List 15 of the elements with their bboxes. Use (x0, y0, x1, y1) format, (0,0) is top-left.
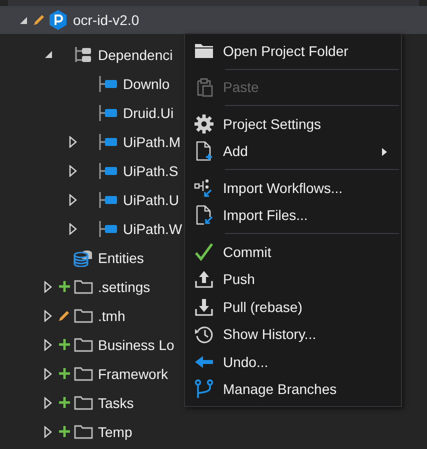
tree-item-label: UiPath.U (123, 192, 180, 208)
tree-item-label: ocr-id-v2.0 (73, 12, 140, 28)
tree-item-label: Tasks (98, 394, 134, 410)
tree-item-label: Temp (98, 424, 132, 440)
tree-item-label: .tmh (98, 308, 126, 324)
tree-item-label: Entities (98, 250, 144, 266)
tree-item-label: UiPath.S (123, 162, 178, 178)
tree-item-label: .settings (98, 278, 150, 294)
tree-item-label: Downlo (123, 76, 170, 92)
tree-item-label: Druid.Ui (123, 104, 174, 120)
tree-item-label: UiPath.W (123, 220, 182, 236)
tree-item-label: UiPath.M (123, 134, 181, 150)
tree-item-label: Framework (98, 366, 168, 382)
tree-item-label: Dependenci (98, 46, 173, 62)
tree-item-label: Business Lo (98, 336, 174, 352)
